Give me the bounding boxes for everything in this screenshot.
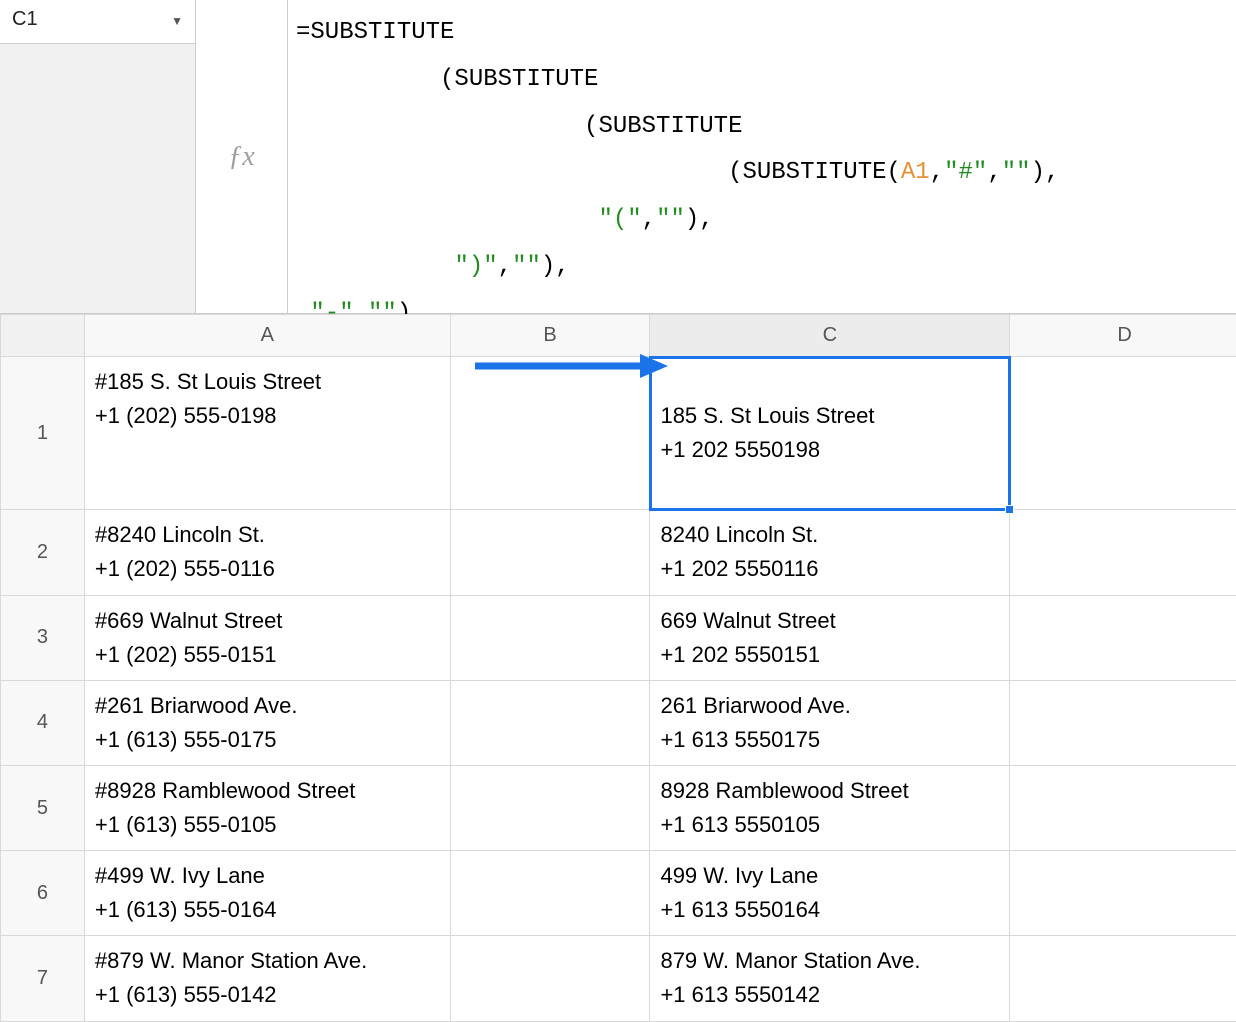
formula-text: (SUBSTITUTE [296, 66, 598, 93]
select-all-corner[interactable] [1, 315, 85, 357]
formula-bar-input[interactable]: =SUBSTITUTE (SUBSTITUTE (SUBSTITUTE (SUB… [288, 0, 1236, 313]
cell-A1[interactable]: #185 S. St Louis Street +1 (202) 555-019… [84, 357, 450, 510]
row-header-4[interactable]: 4 [1, 680, 85, 765]
fx-icon: ƒx [228, 141, 254, 173]
cell-D5[interactable] [1010, 765, 1236, 850]
formula-string: "" [1002, 159, 1031, 186]
cell-D3[interactable] [1010, 595, 1236, 680]
cell-C1[interactable]: 185 S. St Louis Street +1 202 5550198 [650, 357, 1010, 510]
cell-A2[interactable]: #8240 Lincoln St. +1 (202) 555-0116 [84, 510, 450, 595]
chevron-down-icon[interactable]: ▼ [171, 14, 183, 28]
cell-C3[interactable]: 669 Walnut Street +1 202 5550151 [650, 595, 1010, 680]
cell-B7[interactable] [450, 936, 650, 1021]
formula-text: (SUBSTITUTE [296, 113, 742, 140]
formula-text: ), [541, 253, 570, 280]
cell-C2[interactable]: 8240 Lincoln St. +1 202 5550116 [650, 510, 1010, 595]
row-header-5[interactable]: 5 [1, 765, 85, 850]
table-row: 5 #8928 Ramblewood Street +1 (613) 555-0… [1, 765, 1236, 850]
formula-text: , [498, 253, 512, 280]
cell-B6[interactable] [450, 851, 650, 936]
table-row: 7 #879 W. Manor Station Ave. +1 (613) 55… [1, 936, 1236, 1021]
spreadsheet-grid: A B C D 1 #185 S. St Louis Street +1 (20… [0, 314, 1236, 1022]
formula-text [296, 206, 598, 233]
formula-cell-ref: A1 [901, 159, 930, 186]
row-header-7[interactable]: 7 [1, 936, 85, 1021]
formula-string: ")" [454, 253, 497, 280]
formula-string: "" [656, 206, 685, 233]
formula-string: "#" [944, 159, 987, 186]
cell-B4[interactable] [450, 680, 650, 765]
cell-A5[interactable]: #8928 Ramblewood Street +1 (613) 555-010… [84, 765, 450, 850]
cell-C7[interactable]: 879 W. Manor Station Ave. +1 613 5550142 [650, 936, 1010, 1021]
table-row: 4 #261 Briarwood Ave. +1 (613) 555-0175 … [1, 680, 1236, 765]
arrow-annotation [470, 346, 670, 386]
cell-D6[interactable] [1010, 851, 1236, 936]
formula-string: "(" [598, 206, 641, 233]
table-row: 6 #499 W. Ivy Lane +1 (613) 555-0164 499… [1, 851, 1236, 936]
grid-table: A B C D 1 #185 S. St Louis Street +1 (20… [0, 314, 1236, 1022]
cell-D7[interactable] [1010, 936, 1236, 1021]
name-box-filler [0, 44, 195, 313]
cell-A7[interactable]: #879 W. Manor Station Ave. +1 (613) 555-… [84, 936, 450, 1021]
name-box-wrap: C1 ▼ [0, 0, 196, 313]
formula-bar-row: C1 ▼ ƒx =SUBSTITUTE (SUBSTITUTE (SUBSTIT… [0, 0, 1236, 314]
fill-handle[interactable] [1005, 505, 1014, 514]
formula-text: ), [1031, 159, 1060, 186]
cell-A3[interactable]: #669 Walnut Street +1 (202) 555-0151 [84, 595, 450, 680]
table-row: 3 #669 Walnut Street +1 (202) 555-0151 6… [1, 595, 1236, 680]
cell-B5[interactable] [450, 765, 650, 850]
cell-B2[interactable] [450, 510, 650, 595]
cell-B3[interactable] [450, 595, 650, 680]
formula-text: , [930, 159, 944, 186]
formula-text: (SUBSTITUTE( [296, 159, 901, 186]
formula-text: , [642, 206, 656, 233]
name-box[interactable]: C1 ▼ [0, 0, 196, 44]
formula-text: , [987, 159, 1001, 186]
cell-A4[interactable]: #261 Briarwood Ave. +1 (613) 555-0175 [84, 680, 450, 765]
formula-string: "" [512, 253, 541, 280]
name-box-value: C1 [12, 8, 38, 31]
column-header-C[interactable]: C [650, 315, 1010, 357]
formula-text: ), [685, 206, 714, 233]
cell-D4[interactable] [1010, 680, 1236, 765]
column-header-D[interactable]: D [1010, 315, 1236, 357]
arrow-icon [470, 346, 670, 386]
cell-A6[interactable]: #499 W. Ivy Lane +1 (613) 555-0164 [84, 851, 450, 936]
cell-C5[interactable]: 8928 Ramblewood Street +1 613 5550105 [650, 765, 1010, 850]
row-header-2[interactable]: 2 [1, 510, 85, 595]
row-header-1[interactable]: 1 [1, 357, 85, 510]
cell-D2[interactable] [1010, 510, 1236, 595]
row-header-6[interactable]: 6 [1, 851, 85, 936]
column-header-A[interactable]: A [84, 315, 450, 357]
fx-label-wrap: ƒx [196, 0, 288, 313]
formula-text: =SUBSTITUTE [296, 19, 454, 46]
cell-value: 185 S. St Louis Street +1 202 5550198 [660, 403, 874, 462]
cell-D1[interactable] [1010, 357, 1236, 510]
table-row: 2 #8240 Lincoln St. +1 (202) 555-0116 82… [1, 510, 1236, 595]
cell-C4[interactable]: 261 Briarwood Ave. +1 613 5550175 [650, 680, 1010, 765]
cell-C6[interactable]: 499 W. Ivy Lane +1 613 5550164 [650, 851, 1010, 936]
formula-text [296, 253, 454, 280]
row-header-3[interactable]: 3 [1, 595, 85, 680]
